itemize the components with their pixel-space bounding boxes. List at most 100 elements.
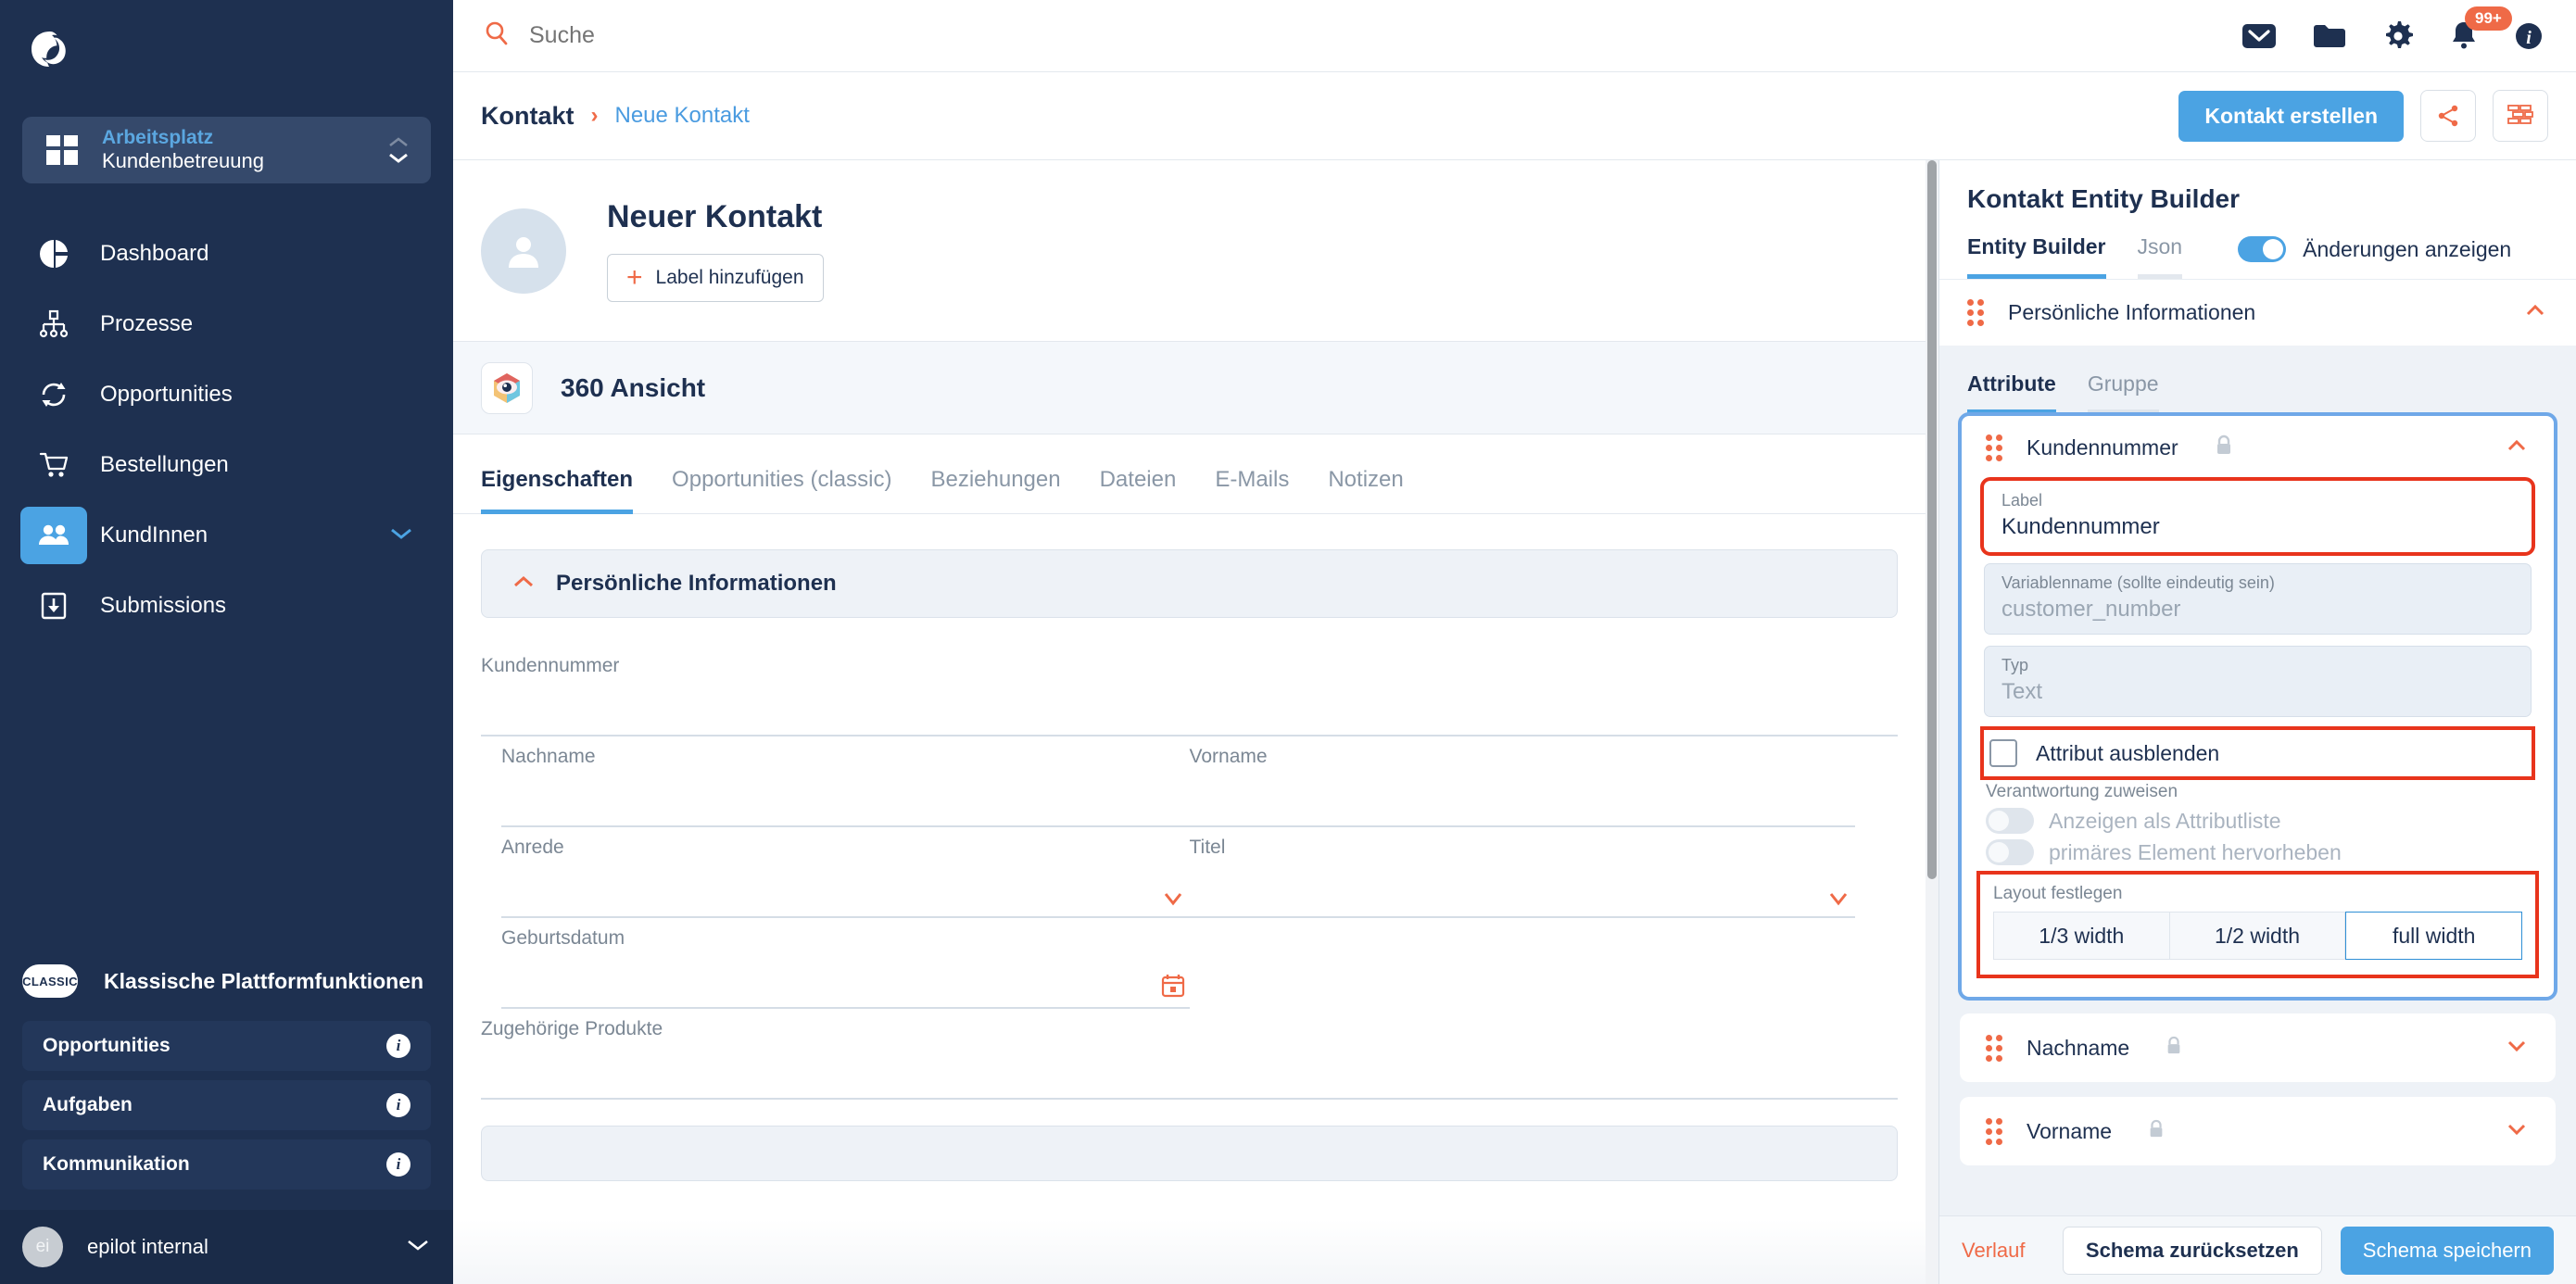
chevron-up-icon[interactable] [2504, 437, 2530, 459]
attribute-group-header[interactable]: Persönliche Informationen [1939, 279, 2576, 346]
user-account-switcher[interactable]: ei epilot internal [0, 1210, 453, 1284]
subtab-gruppe[interactable]: Gruppe [2087, 371, 2159, 414]
reset-schema-button[interactable]: Schema zurücksetzen [2062, 1226, 2322, 1275]
toggle-switch[interactable] [1986, 839, 2034, 865]
breadcrumb-link[interactable]: Neue Kontakt [615, 103, 750, 129]
share-button[interactable] [2420, 90, 2476, 142]
mail-icon[interactable] [2241, 21, 2278, 51]
chevron-up-icon[interactable] [511, 574, 536, 594]
classic-item-aufgaben[interactable]: Aufgaben i [22, 1080, 431, 1130]
vorname-input[interactable] [1189, 774, 1855, 825]
layout-option-half[interactable]: 1/2 width [2169, 912, 2346, 960]
breadcrumb: Kontakt › Neue Kontakt [481, 102, 750, 131]
field-input-wrap [481, 683, 1898, 736]
classic-item-label: Opportunities [43, 1035, 170, 1056]
search-icon[interactable] [483, 19, 511, 52]
attribute-card-header[interactable]: Kundennummer [1960, 414, 2556, 481]
chevron-down-icon[interactable] [1825, 889, 1851, 913]
chevron-right-icon: › [590, 103, 599, 128]
tab-opportunities-classic[interactable]: Opportunities (classic) [672, 467, 891, 514]
responsibility-label: Verantwortung zuweisen [1986, 782, 2178, 801]
inbox-download-icon [20, 577, 87, 635]
chevron-down-icon[interactable] [388, 526, 414, 546]
info-icon[interactable]: i [2513, 20, 2544, 52]
classic-item-opportunities[interactable]: Opportunities i [22, 1021, 431, 1071]
bell-icon[interactable]: 99+ [2448, 6, 2512, 53]
calendar-icon[interactable] [1160, 973, 1186, 1003]
tab-notizen[interactable]: Notizen [1328, 467, 1403, 514]
history-button[interactable]: Verlauf [1962, 1239, 2026, 1263]
toggle-switch[interactable] [1986, 808, 2034, 834]
sidebar-item-bestellungen[interactable]: Bestellungen [0, 430, 453, 500]
sidebar-item-prozesse[interactable]: Prozesse [0, 289, 453, 359]
folder-icon[interactable] [2311, 21, 2348, 51]
tab-dateien[interactable]: Dateien [1100, 467, 1177, 514]
info-icon[interactable]: i [386, 1034, 410, 1058]
create-contact-button[interactable]: Kontakt erstellen [2178, 90, 2404, 142]
tab-json[interactable]: Json [2137, 234, 2183, 279]
variable-name-field[interactable]: Variablenname (sollte eindeutig sein) cu… [1984, 563, 2532, 635]
type-field[interactable]: Typ Text [1984, 646, 2532, 717]
add-label-button[interactable]: + Label hinzufügen [607, 254, 824, 302]
primary-element-toggle-row[interactable]: primäres Element hervorheben [1986, 839, 2530, 865]
info-icon[interactable]: i [386, 1093, 410, 1117]
show-changes-toggle[interactable]: Änderungen anzeigen [2238, 236, 2511, 262]
classic-item-kommunikation[interactable]: Kommunikation i [22, 1139, 431, 1190]
titel-input[interactable] [1189, 864, 1855, 916]
kundennummer-input[interactable] [481, 683, 1898, 735]
tab-eigenschaften[interactable]: Eigenschaften [481, 467, 634, 514]
drag-grip-icon[interactable] [1986, 1117, 2002, 1145]
content-tabs: Eigenschaften Opportunities (classic) Be… [453, 434, 1926, 514]
drag-grip-icon[interactable] [1986, 434, 2002, 461]
drag-grip-icon[interactable] [1986, 1034, 2002, 1062]
anrede-input[interactable] [501, 864, 1190, 916]
nachname-input[interactable] [501, 774, 1190, 825]
attribute-row-vorname[interactable]: Vorname [1960, 1097, 2556, 1165]
attribute-group-name: Persönliche Informationen [2008, 300, 2256, 324]
lock-icon [2165, 1036, 2183, 1061]
drag-grip-icon[interactable] [1967, 299, 1984, 326]
form-section-header[interactable]: Persönliche Informationen [481, 549, 1898, 618]
content-scrollbar[interactable] [1926, 160, 1938, 1284]
search-input[interactable] [529, 22, 1011, 49]
pie-chart-icon [20, 225, 87, 283]
chevron-up-icon[interactable] [2522, 302, 2548, 323]
chevron-down-icon[interactable] [2504, 1121, 2530, 1142]
layout-section: Layout festlegen 1/3 width 1/2 width ful… [1976, 871, 2539, 978]
entity-builder-button[interactable] [2493, 90, 2548, 142]
field-input-wrap [481, 1046, 1898, 1100]
sidebar-item-kundinnen[interactable]: KundInnen [0, 500, 453, 571]
save-schema-button[interactable]: Schema speichern [2340, 1226, 2554, 1275]
scrollbar-thumb[interactable] [1927, 160, 1937, 880]
layout-option-third[interactable]: 1/3 width [1993, 912, 2170, 960]
info-icon[interactable]: i [386, 1152, 410, 1177]
attribute-list-toggle-row[interactable]: Anzeigen als Attributliste [1986, 808, 2530, 834]
hide-attribute-row[interactable]: Attribut ausblenden [1980, 726, 2535, 780]
tab-emails[interactable]: E-Mails [1215, 467, 1289, 514]
next-section-placeholder[interactable] [481, 1126, 1898, 1181]
workspace-selector[interactable]: Arbeitsplatz Kundenbetreuung [22, 117, 431, 183]
breadcrumb-current[interactable]: Kontakt [481, 102, 575, 131]
hide-attribute-checkbox[interactable] [1989, 739, 2017, 767]
attribute-row-nachname[interactable]: Nachname [1960, 1013, 2556, 1082]
chevron-down-icon[interactable] [2504, 1038, 2530, 1059]
sidebar-item-dashboard[interactable]: Dashboard [0, 219, 453, 289]
zugehoerige-produkte-input[interactable] [481, 1046, 1898, 1098]
breadcrumb-actions: Kontakt erstellen [2178, 90, 2548, 142]
label-field[interactable]: Label Kundennummer [1980, 477, 2535, 556]
sidebar-item-submissions[interactable]: Submissions [0, 571, 453, 641]
tab-entity-builder[interactable]: Entity Builder [1967, 234, 2106, 279]
app-root: Arbeitsplatz Kundenbetreuung Dashboard P… [0, 0, 2576, 1284]
chevron-down-icon[interactable] [1160, 889, 1186, 913]
toggle-switch[interactable] [2238, 236, 2287, 262]
layout-option-full[interactable]: full width [2345, 912, 2523, 960]
epilot-logo-icon[interactable] [26, 26, 74, 74]
tab-beziehungen[interactable]: Beziehungen [930, 467, 1060, 514]
subtab-attribute[interactable]: Attribute [1967, 371, 2056, 414]
chevron-down-icon[interactable] [405, 1238, 431, 1257]
gear-icon[interactable] [2381, 19, 2415, 53]
geburtsdatum-input[interactable] [501, 955, 1190, 1007]
sidebar-item-label: Submissions [100, 593, 227, 618]
sidebar-item-opportunities[interactable]: Opportunities [0, 359, 453, 430]
field-input-wrap [501, 774, 1190, 827]
